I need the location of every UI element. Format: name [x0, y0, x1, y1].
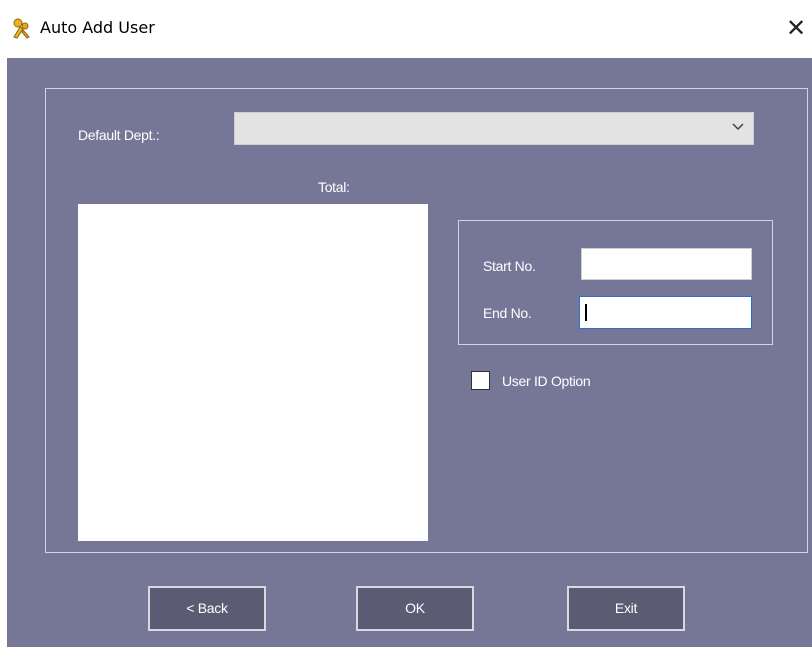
back-button[interactable]: < Back	[148, 586, 266, 631]
start-no-input[interactable]	[581, 248, 752, 280]
exit-button[interactable]: Exit	[567, 586, 685, 631]
ok-button[interactable]: OK	[356, 586, 474, 631]
title-bar: Auto Add User ✕	[0, 0, 812, 58]
default-dept-label: Default Dept.:	[78, 127, 160, 143]
text-caret	[585, 304, 587, 321]
user-id-option-checkbox[interactable]	[471, 371, 490, 390]
close-button[interactable]: ✕	[780, 10, 812, 46]
default-dept-dropdown[interactable]	[234, 112, 754, 145]
end-no-input[interactable]	[579, 296, 752, 329]
user-list-box[interactable]	[78, 204, 428, 541]
end-no-label: End No.	[483, 305, 532, 321]
total-label: Total:	[318, 179, 350, 195]
user-id-option-label[interactable]: User ID Option	[502, 373, 591, 389]
auto-add-user-window: Auto Add User ✕ Default Dept.: Total: St…	[0, 0, 812, 647]
user-key-icon	[10, 17, 32, 39]
window-title: Auto Add User	[40, 18, 155, 37]
chevron-down-icon	[731, 120, 745, 134]
close-icon: ✕	[785, 14, 807, 42]
start-no-label: Start No.	[483, 258, 536, 274]
